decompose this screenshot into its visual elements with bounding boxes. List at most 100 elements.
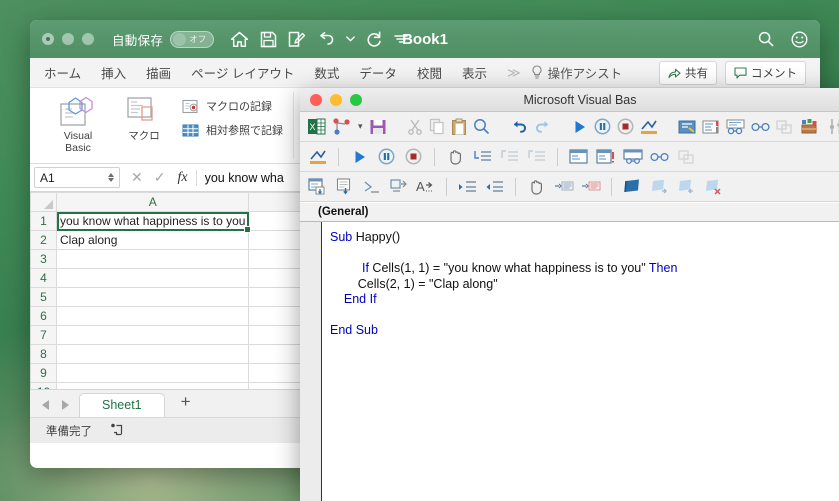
cell-a6[interactable] bbox=[55, 306, 250, 326]
cell-a9[interactable] bbox=[55, 363, 250, 383]
sheet-prev-icon[interactable] bbox=[42, 400, 49, 410]
row-header-6[interactable]: 6 bbox=[30, 306, 57, 326]
row-header-3[interactable]: 3 bbox=[30, 249, 57, 269]
cell-a7[interactable] bbox=[55, 325, 250, 345]
bookmark-toggle-icon[interactable] bbox=[622, 176, 643, 197]
cut-icon[interactable] bbox=[407, 116, 423, 137]
tab-draw[interactable]: 描画 bbox=[146, 63, 171, 82]
row-header-10[interactable]: 10 bbox=[30, 382, 57, 389]
list-properties-icon[interactable] bbox=[307, 176, 328, 197]
row-header-4[interactable]: 4 bbox=[30, 268, 57, 288]
row-header-1[interactable]: 1 bbox=[30, 211, 57, 231]
insert-function-icon[interactable]: fx bbox=[177, 170, 187, 186]
tab-home[interactable]: ホーム bbox=[44, 63, 81, 82]
smiley-icon[interactable] bbox=[791, 30, 808, 48]
tab-page-layout[interactable]: ページ レイアウト bbox=[191, 63, 294, 82]
indent-icon[interactable] bbox=[457, 176, 478, 197]
design-icon[interactable] bbox=[307, 146, 328, 167]
row-header-7[interactable]: 7 bbox=[30, 325, 57, 345]
tab-insert[interactable]: 挿入 bbox=[101, 63, 126, 82]
locals-window-icon[interactable] bbox=[568, 146, 589, 167]
cell-a1[interactable]: you know what happiness is to you bbox=[55, 211, 253, 234]
macro-button[interactable]: マクロ bbox=[116, 92, 172, 142]
cell-a3[interactable] bbox=[55, 249, 250, 269]
tools-icon[interactable] bbox=[826, 116, 839, 137]
paste-icon[interactable] bbox=[451, 116, 467, 137]
hand-icon[interactable] bbox=[526, 176, 547, 197]
redo-icon[interactable] bbox=[366, 31, 383, 48]
watch-window-icon[interactable] bbox=[622, 146, 643, 167]
step-over-icon[interactable] bbox=[499, 146, 520, 167]
break-icon[interactable] bbox=[376, 146, 397, 167]
quick-info-icon[interactable] bbox=[361, 176, 382, 197]
minimize-button[interactable] bbox=[62, 33, 74, 45]
cell-a5[interactable] bbox=[55, 287, 250, 307]
close-button[interactable] bbox=[42, 33, 54, 45]
project-explorer-icon[interactable] bbox=[678, 116, 696, 137]
quick-watch-icon[interactable] bbox=[649, 146, 670, 167]
vba-toolbar-row-2[interactable] bbox=[300, 142, 839, 172]
parameter-info-icon[interactable] bbox=[388, 176, 409, 197]
row-header-9[interactable]: 9 bbox=[30, 363, 57, 383]
immediate-window-icon[interactable] bbox=[595, 146, 616, 167]
name-box[interactable]: A1 bbox=[34, 167, 120, 188]
object-browser-icon[interactable] bbox=[726, 116, 745, 137]
select-all-corner[interactable] bbox=[30, 192, 57, 212]
visual-basic-button[interactable]: Visual Basic bbox=[50, 92, 106, 154]
cell-a2[interactable]: Clap along bbox=[55, 230, 250, 250]
tab-view[interactable]: 表示 bbox=[462, 63, 487, 82]
customize-toolbar-icon[interactable] bbox=[394, 34, 408, 44]
redo-icon[interactable] bbox=[534, 116, 552, 137]
cell-a10[interactable] bbox=[55, 382, 250, 389]
tab-review[interactable]: 校閲 bbox=[417, 63, 442, 82]
run-icon[interactable] bbox=[349, 146, 370, 167]
reset-icon[interactable] bbox=[403, 146, 424, 167]
complete-word-icon[interactable]: A bbox=[415, 176, 436, 197]
vba-toolbar-row-1[interactable]: X ▾ bbox=[300, 112, 839, 142]
search-icon[interactable] bbox=[758, 31, 774, 47]
comment-button[interactable]: コメント bbox=[725, 60, 806, 85]
bookmark-clear-icon[interactable] bbox=[703, 176, 724, 197]
run-icon[interactable] bbox=[572, 116, 588, 137]
sheet-tab-sheet1[interactable]: Sheet1 bbox=[79, 393, 165, 417]
name-box-spinner[interactable] bbox=[108, 173, 114, 182]
tab-formulas[interactable]: 数式 bbox=[314, 63, 339, 82]
tab-data[interactable]: データ bbox=[359, 63, 397, 82]
cell-a4[interactable] bbox=[55, 268, 250, 288]
step-out-icon[interactable] bbox=[526, 146, 547, 167]
row-header-5[interactable]: 5 bbox=[30, 287, 57, 307]
cell-a8[interactable] bbox=[55, 344, 250, 364]
home-icon[interactable] bbox=[230, 31, 249, 48]
sheet-nav[interactable] bbox=[38, 400, 79, 417]
row-header-8[interactable]: 8 bbox=[30, 344, 57, 364]
comment-block-icon[interactable] bbox=[580, 176, 601, 197]
formula-input[interactable]: you know wha bbox=[205, 171, 284, 185]
call-stack-icon[interactable] bbox=[775, 116, 793, 137]
excel-icon[interactable]: X bbox=[307, 116, 326, 137]
project-dropdown-icon[interactable]: ▾ bbox=[358, 121, 363, 132]
toggle-breakpoint-icon[interactable] bbox=[553, 176, 574, 197]
save-icon[interactable] bbox=[260, 31, 277, 48]
window-controls[interactable] bbox=[42, 33, 94, 45]
step-into-icon[interactable] bbox=[472, 146, 493, 167]
hand-icon[interactable] bbox=[445, 146, 466, 167]
undo-icon[interactable] bbox=[510, 116, 528, 137]
maximize-button[interactable] bbox=[82, 33, 94, 45]
vba-toolbar-row-3[interactable]: A bbox=[300, 172, 839, 202]
selection-mode-icon[interactable] bbox=[110, 422, 124, 439]
find-icon[interactable] bbox=[473, 116, 490, 137]
undo-icon[interactable] bbox=[317, 31, 335, 47]
properties-icon[interactable] bbox=[702, 116, 720, 137]
column-header-a[interactable]: A bbox=[55, 192, 250, 212]
vba-close-button[interactable] bbox=[310, 93, 322, 106]
bookmark-prev-icon[interactable] bbox=[676, 176, 697, 197]
pause-icon[interactable] bbox=[594, 116, 611, 137]
watch-glasses-icon[interactable] bbox=[750, 116, 770, 137]
stop-icon[interactable] bbox=[617, 116, 634, 137]
code-editor[interactable]: Sub Happy() If Cells(1, 1) = "you know w… bbox=[300, 222, 839, 501]
vba-maximize-button[interactable] bbox=[350, 93, 362, 106]
confirm-icon[interactable]: ✓ bbox=[154, 169, 166, 186]
sheet-next-icon[interactable] bbox=[62, 400, 69, 410]
vba-minimize-button[interactable] bbox=[330, 93, 342, 106]
add-sheet-button[interactable]: + bbox=[165, 389, 207, 417]
